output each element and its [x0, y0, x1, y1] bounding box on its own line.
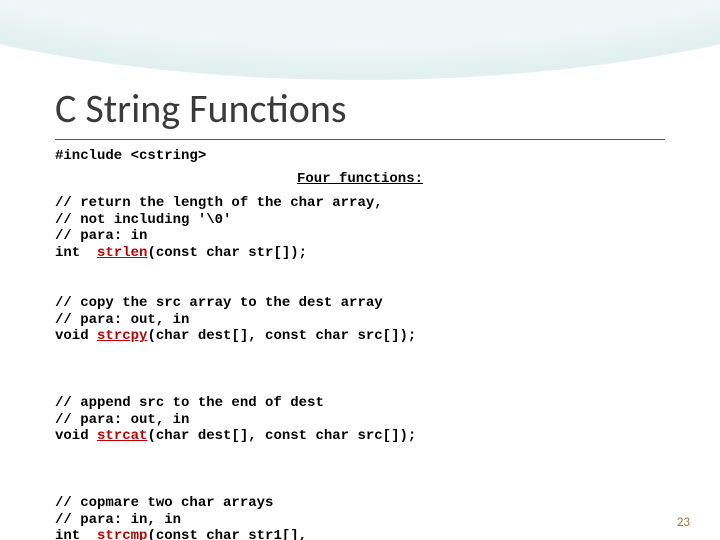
spacer [55, 353, 665, 387]
fn-block-strcmp: // copmare two char arrays // para: in, … [55, 495, 665, 540]
comment-line: // copy the src array to the dest array [55, 295, 383, 311]
signature-pre: void [55, 328, 97, 344]
signature-pre: int [55, 245, 97, 261]
fn-name-strcmp: strcmp [97, 528, 147, 540]
comment-line: // para: out, in [55, 412, 189, 428]
slide-content: C String Functions #include <cstring> Fo… [0, 0, 720, 540]
comment-line: // copmare two char arrays [55, 495, 273, 511]
slide-title: C String Functions [55, 0, 665, 140]
signature-post: (char dest[], const char src[]); [147, 328, 416, 344]
signature-post: (char dest[], const char src[]); [147, 428, 416, 444]
comment-line: // return the length of the char array, [55, 195, 383, 211]
fn-block-strcat: // append src to the end of dest // para… [55, 395, 665, 445]
signature-pre: void [55, 428, 97, 444]
fn-name-strcat: strcat [97, 428, 147, 444]
comment-line: // not including '\0' [55, 212, 231, 228]
fn-block-strlen: // return the length of the char array, … [55, 195, 665, 262]
page-number: 23 [677, 515, 690, 530]
comment-line: // append src to the end of dest [55, 395, 324, 411]
fn-block-strcpy: // copy the src array to the dest array … [55, 295, 665, 345]
signature-pre: int [55, 528, 97, 540]
signature-post: (const char str[]); [147, 245, 307, 261]
fn-name-strcpy: strcpy [97, 328, 147, 344]
spacer [55, 453, 665, 487]
spacer [55, 270, 665, 287]
comment-line: // para: in, in [55, 512, 181, 528]
include-directive: #include <cstring> [55, 148, 665, 165]
comment-line: // para: out, in [55, 312, 189, 328]
signature-post: (const char str1[], [147, 528, 307, 540]
comment-line: // para: in [55, 228, 147, 244]
subheading: Four functions: [55, 171, 665, 187]
fn-name-strlen: strlen [97, 245, 147, 261]
